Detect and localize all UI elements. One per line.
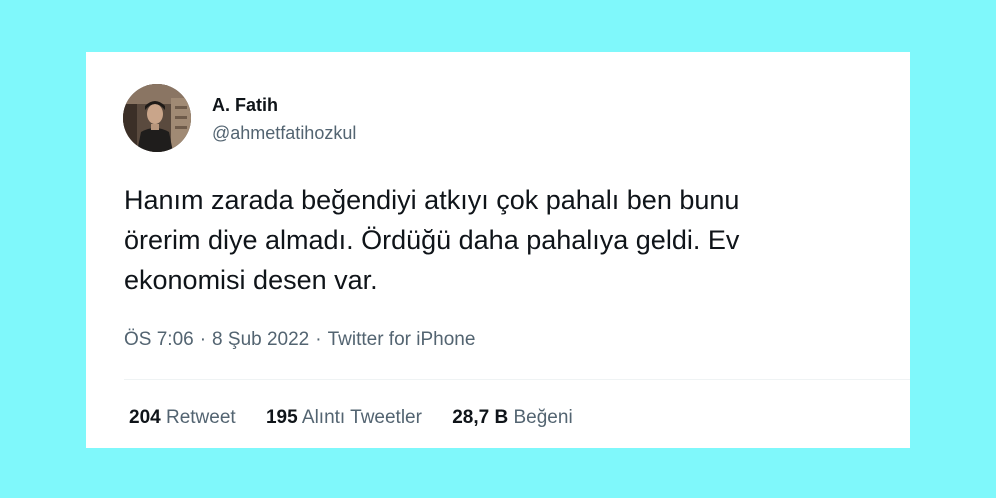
author-handle[interactable]: @ahmetfatihozkul <box>212 123 356 143</box>
tweet-text: Hanım zarada beğendiyi atkıyı çok pahalı… <box>124 185 740 295</box>
tweet-stats: 204 Retweet 195 Alıntı Tweetler 28,7 B B… <box>129 406 598 430</box>
tweet-date[interactable]: 8 Şub 2022 <box>212 328 309 352</box>
meta-separator: · <box>199 329 207 350</box>
likes-label: Beğeni <box>513 407 573 428</box>
avatar-photo <box>123 84 191 152</box>
quotes-stat[interactable]: 195 Alıntı Tweetler <box>266 406 422 430</box>
likes-stat[interactable]: 28,7 B Beğeni <box>452 406 572 430</box>
avatar[interactable] <box>123 84 191 152</box>
retweets-stat[interactable]: 204 Retweet <box>129 406 236 430</box>
author-name[interactable]: A. Fatih <box>212 95 278 115</box>
tweet-source[interactable]: Twitter for iPhone <box>328 328 476 352</box>
retweets-count: 204 <box>129 407 161 428</box>
divider <box>124 379 910 380</box>
meta-separator: · <box>315 329 322 350</box>
tweet-time[interactable]: ÖS 7:06 <box>124 328 194 352</box>
likes-count: 28,7 B <box>452 407 509 428</box>
tweet-meta: ÖS 7:06 · 8 Şub 2022 · Twitter for iPhone <box>124 328 475 352</box>
quotes-label: Alıntı Tweetler <box>301 407 422 428</box>
retweets-label: Retweet <box>165 407 236 428</box>
tweet-card: A. Fatih @ahmetfatihozkul Hanım zarada b… <box>86 52 910 448</box>
quotes-count: 195 <box>265 407 298 428</box>
